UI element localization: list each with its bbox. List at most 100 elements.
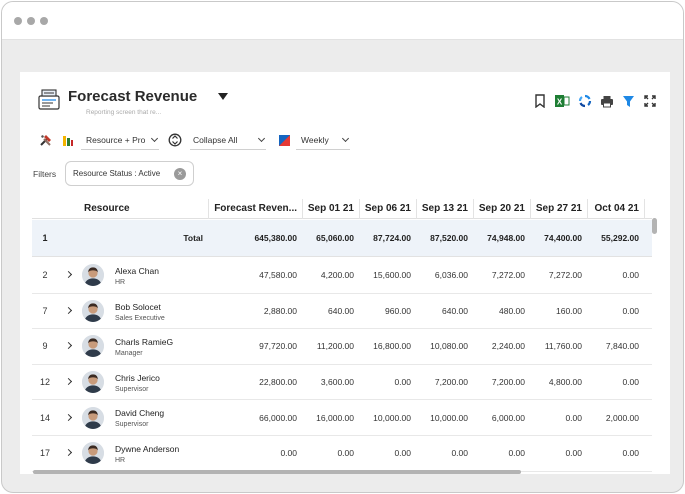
avatar	[82, 264, 104, 287]
table-cell: 0.00	[451, 448, 468, 459]
table-cell: 2,000.00	[605, 412, 639, 423]
horizontal-scrollbar[interactable]	[33, 470, 521, 474]
filter-icon[interactable]	[620, 93, 636, 109]
chevron-right-icon[interactable]	[64, 342, 73, 350]
browser-window: Forecast Revenue Reporting screen that r…	[1, 1, 684, 493]
table-cell: 0.00	[508, 448, 525, 459]
table-cell: 16,000.00	[316, 412, 354, 423]
total-cell: 65,060.00	[316, 233, 354, 243]
resource-name: Bob Solocet	[115, 301, 161, 312]
table-cell: 16,800.00	[373, 341, 411, 352]
filter-chip-resource-status[interactable]: Resource Status : Active ×	[65, 161, 194, 186]
column-header-sep-27[interactable]: Sep 27 21	[530, 199, 587, 219]
window-dot-2[interactable]	[27, 17, 35, 25]
table-cell: 4,800.00	[548, 377, 582, 388]
window-dot-1[interactable]	[14, 17, 22, 25]
resource-role: HR	[115, 457, 126, 464]
total-cell: 74,400.00	[544, 233, 582, 243]
window-titlebar	[2, 2, 683, 40]
table-cell: 0.00	[565, 448, 582, 459]
table-cell: 97,720.00	[259, 341, 297, 352]
table-cell: 6,036.00	[434, 270, 468, 281]
row-number: 2	[42, 270, 48, 281]
chevron-down-icon	[257, 134, 266, 142]
table-cell: 0.00	[565, 412, 582, 423]
group-by-icon[interactable]	[61, 133, 75, 147]
table-cell: 11,200.00	[316, 341, 354, 352]
collapse-select[interactable]: Collapse All	[190, 130, 266, 150]
chevron-down-icon	[150, 134, 159, 142]
table-cell: 0.00	[394, 448, 411, 459]
group-by-select[interactable]: Resource + Pro	[81, 130, 159, 150]
chevron-down-icon	[341, 134, 350, 142]
close-icon[interactable]: ×	[174, 168, 186, 180]
table-cell: 640.00	[328, 305, 354, 316]
column-header-forecast-revenue[interactable]: Forecast Reven...	[208, 199, 302, 219]
table-cell: 10,080.00	[430, 341, 468, 352]
chevron-right-icon[interactable]	[64, 449, 73, 457]
table-row[interactable]: 7 Bob Solocet Sales Executive 2,880.00 64…	[32, 294, 652, 330]
period-select[interactable]: Weekly	[296, 130, 350, 150]
table-cell: 7,840.00	[605, 341, 639, 352]
resource-role: Supervisor	[115, 421, 149, 429]
title-dropdown-caret-icon[interactable]	[218, 93, 228, 100]
total-cell: 645,380.00	[254, 233, 297, 243]
bookmark-icon[interactable]	[532, 93, 548, 109]
chevron-right-icon[interactable]	[64, 306, 73, 314]
chevron-right-icon[interactable]	[64, 271, 73, 279]
page-subtitle: Reporting screen that re...	[86, 109, 162, 116]
calendar-icon[interactable]	[277, 133, 291, 147]
avatar	[82, 442, 104, 465]
avatar	[82, 406, 104, 429]
resource-name: Alexa Chan	[115, 266, 159, 276]
resource-name: Chris Jerico	[115, 372, 160, 383]
table-row[interactable]: 9 Charls RamieG Manager 97,720.00 11,200.…	[32, 329, 652, 365]
table-cell: 2,240.00	[491, 341, 525, 352]
chevron-right-icon[interactable]	[64, 378, 73, 386]
table-cell: 7,272.00	[548, 270, 582, 281]
table-cell: 0.00	[337, 448, 354, 459]
window-dot-3[interactable]	[40, 17, 48, 25]
table-cell: 4,200.00	[320, 270, 354, 281]
refresh-icon[interactable]	[577, 93, 593, 109]
page-title: Forecast Revenue	[68, 88, 198, 105]
row-number: 12	[39, 377, 50, 388]
table-row[interactable]: 17 Dywne Anderson HR 0.00 0.00 0.00 0.00 0.0…	[32, 436, 652, 472]
excel-icon[interactable]: X	[554, 93, 570, 109]
column-header-sep-01[interactable]: Sep 01 21	[302, 199, 359, 219]
collapse-toggle-icon[interactable]	[168, 133, 182, 147]
collapse-value: Collapse All	[193, 134, 238, 145]
expand-icon[interactable]	[642, 93, 658, 109]
table-cell: 0.00	[394, 377, 411, 388]
table-cell: 0.00	[622, 377, 639, 388]
column-header-sep-06[interactable]: Sep 06 21	[359, 199, 416, 219]
row-number: 7	[42, 305, 48, 316]
table-cell: 7,200.00	[434, 377, 468, 388]
table-cell: 0.00	[622, 448, 639, 459]
column-header-resource[interactable]: Resource	[32, 199, 208, 219]
resource-role: HR	[115, 279, 126, 286]
column-header-next[interactable]: O	[644, 199, 652, 219]
column-header-oct-04[interactable]: Oct 04 21	[587, 199, 644, 219]
table-row[interactable]: 14 David Cheng Supervisor 66,000.00 16,00…	[32, 400, 652, 436]
table-cell: 10,000.00	[373, 412, 411, 423]
table-cell: 0.00	[622, 305, 639, 316]
total-cell: 74,948.00	[487, 233, 525, 243]
chevron-right-icon[interactable]	[64, 413, 73, 421]
group-by-value: Resource + Pro	[86, 134, 146, 145]
row-number: 9	[42, 341, 48, 352]
table-cell: 2,880.00	[263, 305, 297, 316]
table-row[interactable]: 2 Alexa Chan HR 47,580.00 4,200.00 15,600.…	[32, 258, 652, 294]
vertical-scrollbar[interactable]	[652, 218, 657, 234]
total-label: Total	[183, 233, 203, 243]
grid-header: Resource Forecast Reven... Sep 01 21 Sep…	[32, 199, 652, 219]
tools-icon[interactable]	[39, 133, 53, 147]
total-cell: 87,724.00	[373, 233, 411, 243]
print-icon[interactable]	[599, 93, 615, 109]
column-header-sep-13[interactable]: Sep 13 21	[416, 199, 473, 219]
table-row[interactable]: 12 Chris Jerico Supervisor 22,800.00 3,60…	[32, 365, 652, 401]
row-number: 14	[39, 412, 50, 423]
column-header-sep-20[interactable]: Sep 20 21	[473, 199, 530, 219]
table-cell: 3,600.00	[320, 377, 354, 388]
avatar	[82, 335, 104, 358]
